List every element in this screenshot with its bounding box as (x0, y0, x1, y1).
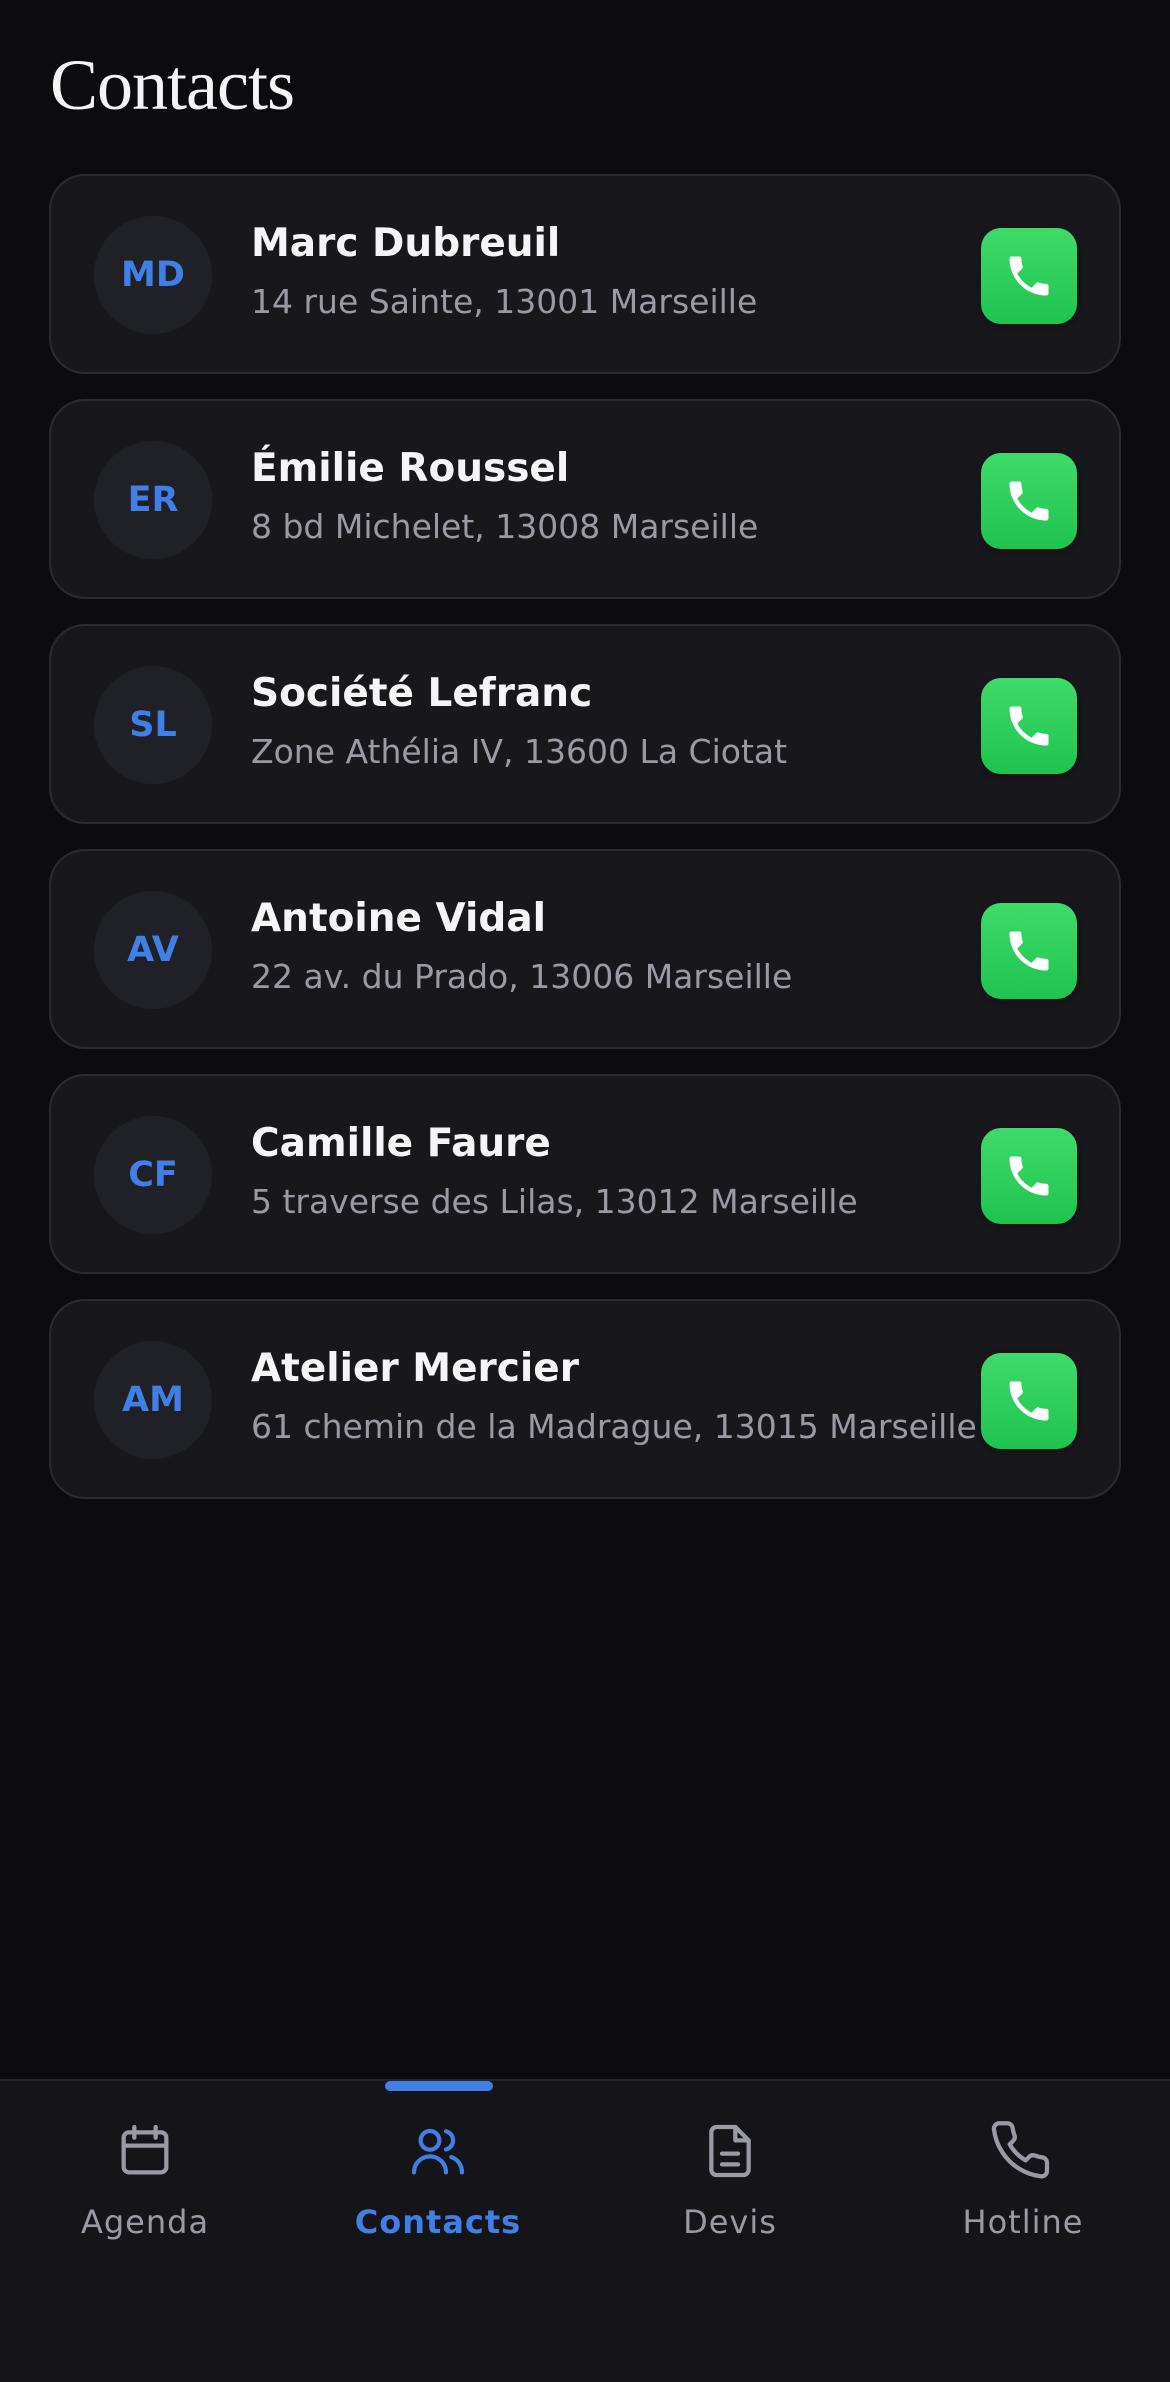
contact-info: Atelier Mercier 61 chemin de la Madrague… (251, 1343, 977, 1449)
contact-card[interactable]: SL Société Lefranc Zone Athélia IV, 1360… (49, 624, 1121, 824)
contact-address: 8 bd Michelet, 13008 Marseille (251, 507, 759, 546)
calendar-icon (121, 2124, 169, 2175)
tab-devis[interactable]: Devis (630, 2119, 830, 2241)
contact-card[interactable]: ER Émilie Roussel 8 bd Michelet, 13008 M… (49, 399, 1121, 599)
contact-card[interactable]: CF Camille Faure 5 traverse des Lilas, 1… (49, 1074, 1121, 1274)
contact-name: Marc Dubreuil (251, 221, 561, 266)
contact-card[interactable]: AM Atelier Mercier 61 chemin de la Madra… (49, 1299, 1121, 1499)
avatar: MD (94, 216, 212, 334)
avatar: AM (94, 1341, 212, 1459)
tab-label: Agenda (80, 2203, 210, 2241)
phone-icon (1009, 1381, 1049, 1421)
call-button[interactable] (981, 903, 1077, 999)
bottom-tab-bar: Agenda Contacts Devis Hotline (0, 2079, 1170, 2382)
contact-name: Société Lefranc (251, 671, 593, 716)
phone-icon (991, 2121, 1050, 2179)
contact-name: Atelier Mercier (251, 1346, 579, 1391)
contact-name: Émilie Roussel (251, 446, 570, 491)
contact-address: 14 rue Sainte, 13001 Marseille (251, 282, 758, 321)
contact-address: 5 traverse des Lilas, 13012 Marseille (251, 1182, 858, 1221)
contact-address: Zone Athélia IV, 13600 La Ciotat (251, 732, 788, 771)
tab-hotline[interactable]: Hotline (923, 2119, 1123, 2241)
avatar: SL (94, 666, 212, 784)
call-button[interactable] (981, 1353, 1077, 1449)
tab-label: Hotline (962, 2203, 1084, 2241)
contact-card[interactable]: AV Antoine Vidal 22 av. du Prado, 13006 … (49, 849, 1121, 1049)
tab-label: Devis (683, 2203, 777, 2241)
page-title: Contacts (50, 45, 295, 125)
call-button[interactable] (981, 228, 1077, 324)
call-button[interactable] (981, 453, 1077, 549)
contact-info: Émilie Roussel 8 bd Michelet, 13008 Mars… (251, 443, 758, 549)
document-icon (709, 2124, 751, 2178)
phone-icon (1009, 706, 1049, 746)
phone-icon (1009, 931, 1049, 971)
phone-icon (1009, 481, 1049, 521)
contact-list: MD Marc Dubreuil 14 rue Sainte, 13001 Ma… (49, 174, 1121, 1524)
contact-name: Antoine Vidal (251, 896, 547, 941)
contact-address: 61 chemin de la Madrague, 13015 Marseill… (251, 1407, 977, 1446)
contact-card[interactable]: MD Marc Dubreuil 14 rue Sainte, 13001 Ma… (49, 174, 1121, 374)
avatar: AV (94, 891, 212, 1009)
tab-contacts[interactable]: Contacts (338, 2119, 538, 2241)
call-button[interactable] (981, 678, 1077, 774)
phone-icon (1009, 256, 1049, 296)
avatar: CF (94, 1116, 212, 1234)
contact-info: Marc Dubreuil 14 rue Sainte, 13001 Marse… (251, 218, 757, 324)
tab-agenda[interactable]: Agenda (45, 2119, 245, 2241)
contact-name: Camille Faure (251, 1121, 551, 1166)
avatar: ER (94, 441, 212, 559)
active-tab-indicator (385, 2081, 493, 2091)
contacts-screen: Contacts MD Marc Dubreuil 14 rue Sainte,… (0, 0, 1170, 2382)
call-button[interactable] (981, 1128, 1077, 1224)
phone-icon (1009, 1156, 1049, 1196)
contact-address: 22 av. du Prado, 13006 Marseille (251, 957, 793, 996)
tab-label: Contacts (354, 2203, 522, 2241)
users-icon (411, 2128, 465, 2175)
contact-info: Antoine Vidal 22 av. du Prado, 13006 Mar… (251, 893, 792, 999)
contact-info: Société Lefranc Zone Athélia IV, 13600 L… (251, 668, 787, 774)
contact-info: Camille Faure 5 traverse des Lilas, 1301… (251, 1118, 858, 1224)
